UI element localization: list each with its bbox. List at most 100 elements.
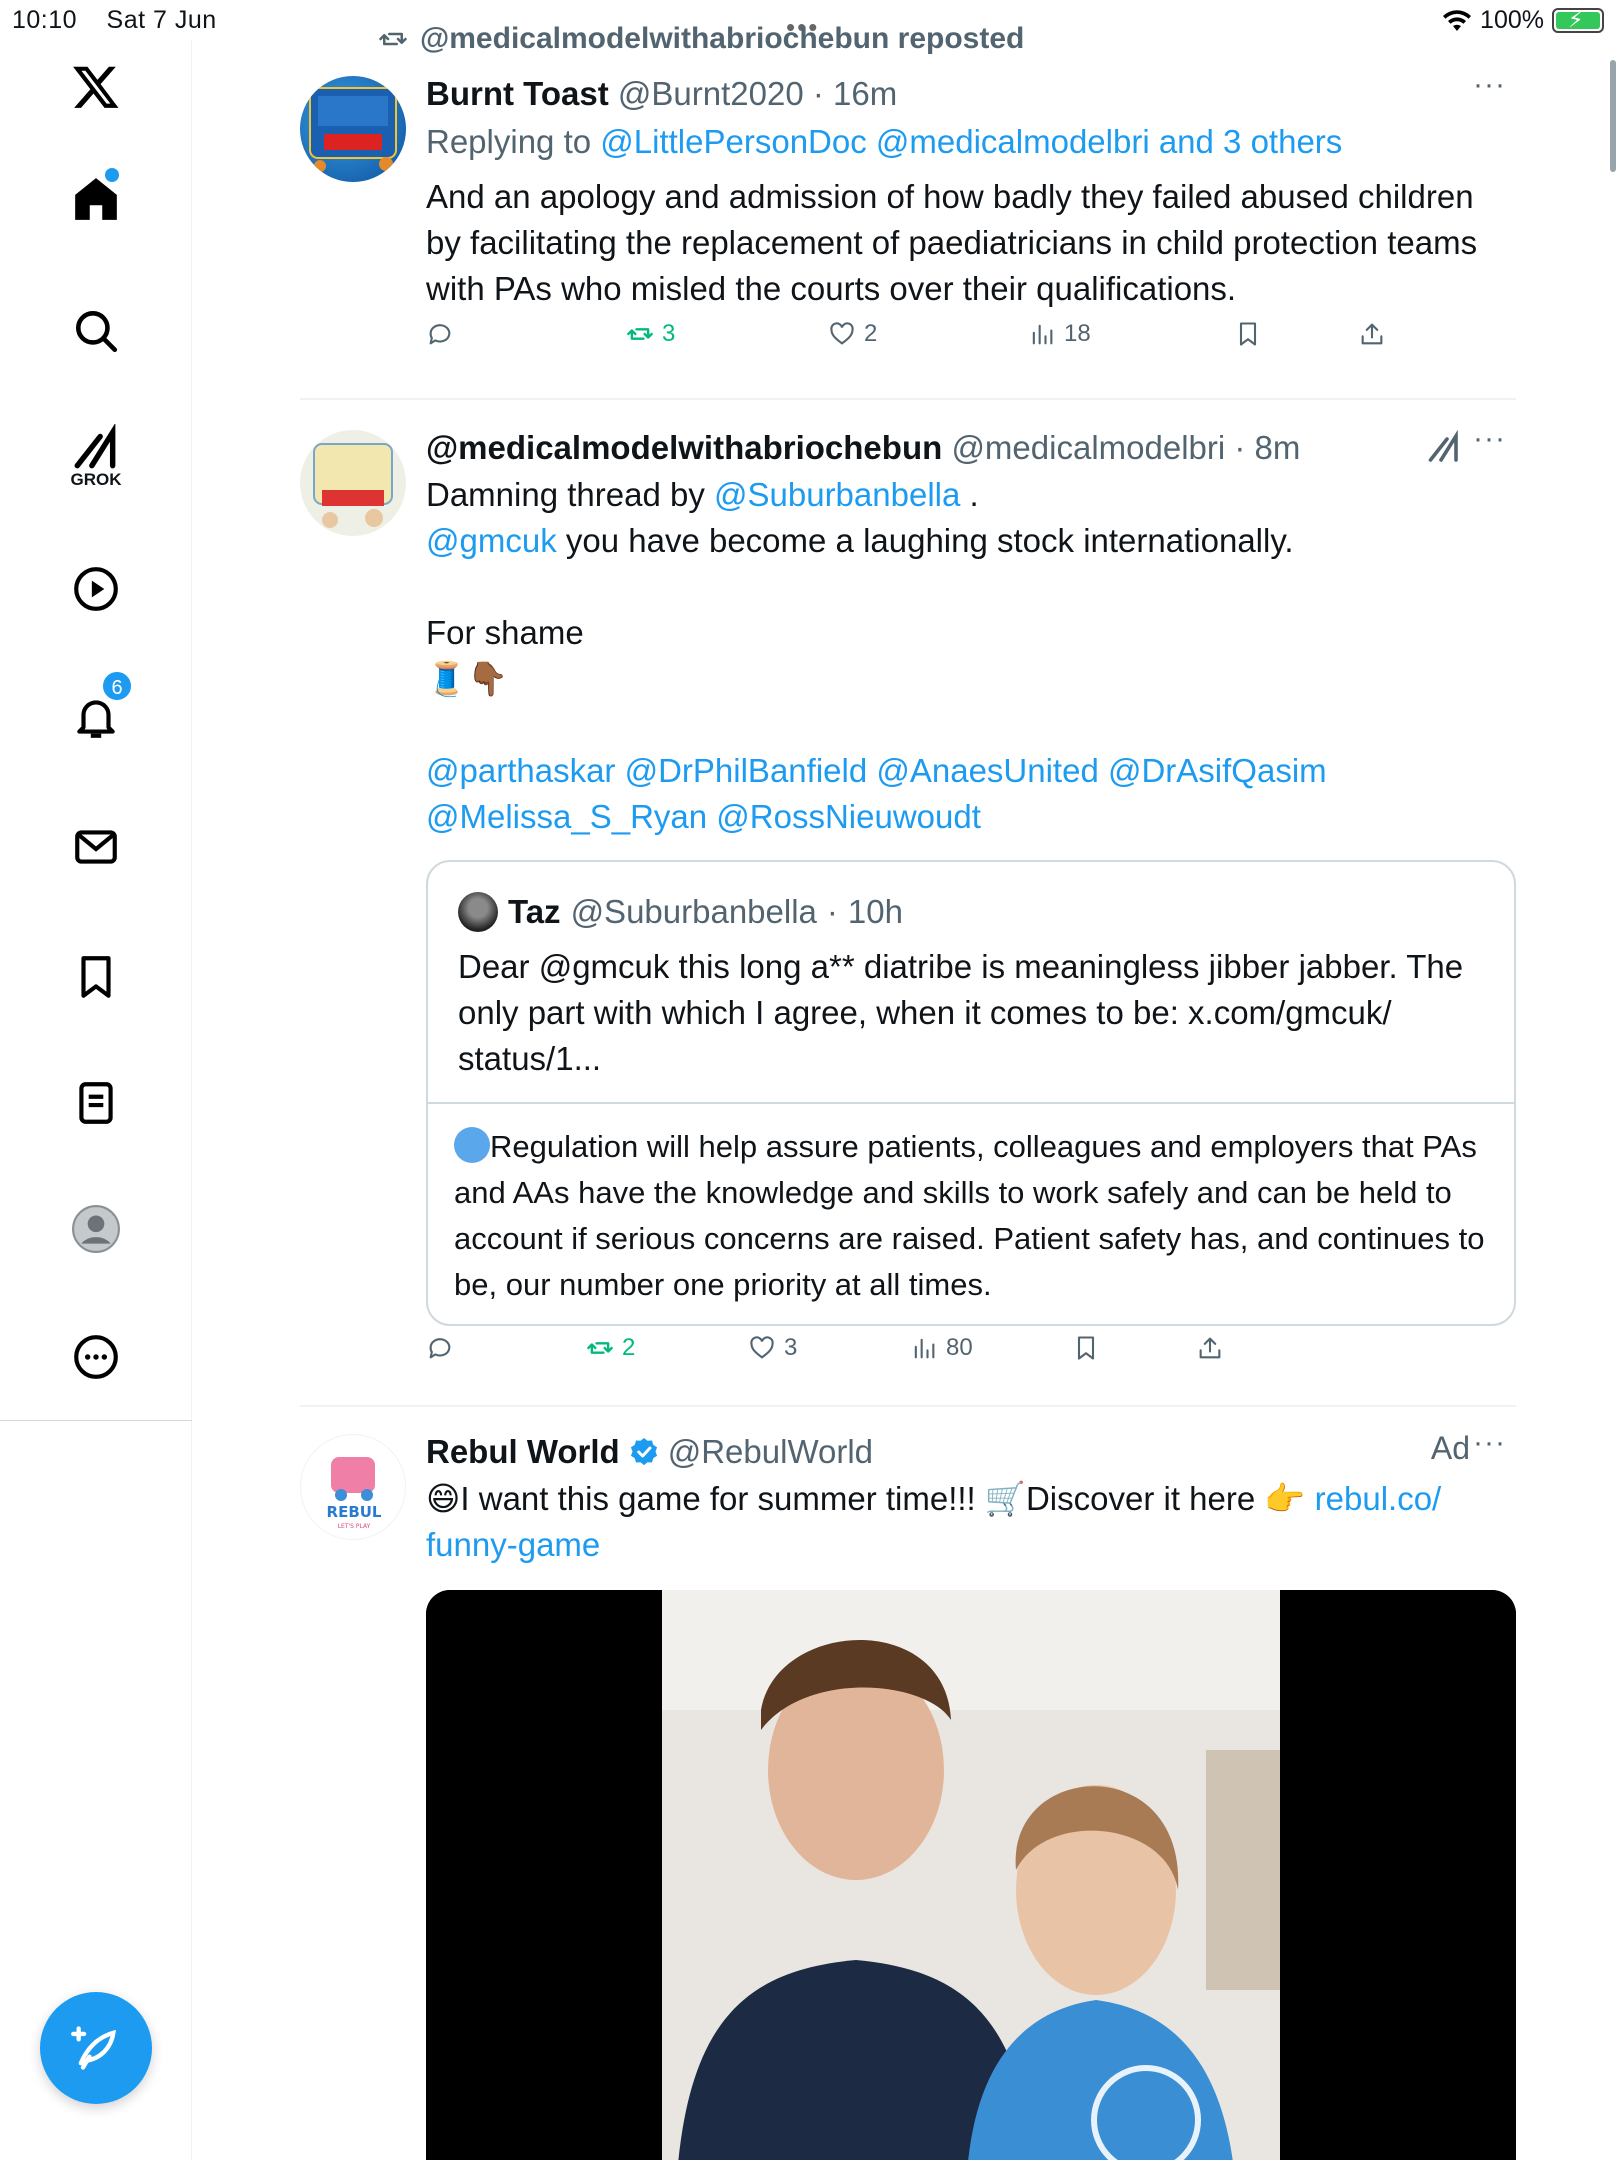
author-name[interactable]: Burnt Toast xyxy=(426,75,609,112)
share-button[interactable] xyxy=(1358,320,1386,348)
repost-header-text: @medicalmodelwithabriochebun reposted xyxy=(420,22,1025,55)
mention-link[interactable]: @Suburbanbella xyxy=(714,476,960,513)
grok-explain-icon[interactable] xyxy=(1426,430,1462,466)
avatar-rebul-text: REBUL xyxy=(327,1503,382,1521)
author-name[interactable]: @medicalmodelwithabriochebun xyxy=(426,429,942,466)
quote-author-handle[interactable]: @Suburbanbella xyxy=(571,890,817,934)
avatar[interactable]: REBUL LET'S PLAY xyxy=(300,1434,406,1540)
post-separator xyxy=(300,398,1516,400)
ad-link-part-2[interactable]: funny-game xyxy=(426,1526,600,1563)
bookmark-button[interactable] xyxy=(1234,320,1262,348)
views-chart-icon xyxy=(914,1338,935,1359)
views-button[interactable]: 80 xyxy=(910,1334,973,1362)
sidebar-item-bookmarks[interactable] xyxy=(0,952,192,1002)
ad-text-body: 😄I want this game for summer time!!! 🛒Di… xyxy=(426,1480,1306,1517)
post-burnt-toast[interactable]: Burnt Toast @Burnt2020 · 16m ··· Replyin… xyxy=(300,68,1516,392)
ad-label: Ad xyxy=(1430,1430,1470,1466)
post-more-button[interactable]: ··· xyxy=(1473,1426,1506,1460)
views-chart-icon xyxy=(1032,324,1053,345)
quote-avatar[interactable] xyxy=(458,892,498,932)
post-medicalmodel[interactable]: @medicalmodelwithabriochebun @medicalmod… xyxy=(300,422,1516,1386)
replying-to-links[interactable]: @LittlePersonDoc @medicalmodelbri and 3 … xyxy=(600,123,1342,160)
views-button[interactable]: 18 xyxy=(1028,320,1091,348)
mentions-line-1[interactable]: @parthaskar @DrPhilBanfield @AnaesUnited… xyxy=(426,748,1516,794)
dot-separator: · xyxy=(803,75,834,112)
retweet-button[interactable]: 3 xyxy=(626,320,675,348)
scroll-indicator[interactable] xyxy=(1610,60,1616,172)
mentions-line-2[interactable]: @Melissa_S_Ryan @RossNieuwoudt xyxy=(426,794,1516,840)
retweet-count: 3 xyxy=(662,320,676,347)
quote-card-text: Regulation will help assure patients, co… xyxy=(454,1129,1485,1302)
retweet-count: 2 xyxy=(622,1334,636,1361)
quote-embedded-card[interactable]: Regulation will help assure patients, co… xyxy=(428,1102,1514,1324)
ad-video[interactable] xyxy=(426,1590,1516,2160)
avatar[interactable] xyxy=(300,430,406,536)
sidebar-item-notifications[interactable]: 6 xyxy=(0,670,192,742)
post-text-line-3: For shame xyxy=(426,614,584,651)
more-circle-icon xyxy=(74,1335,118,1379)
compose-post-button[interactable] xyxy=(40,1992,152,2104)
text-prefix: Damning thread by xyxy=(426,476,705,513)
notification-count-badge: 6 xyxy=(101,670,133,702)
sidebar-item-grok[interactable]: GROK xyxy=(0,424,192,490)
quote-author-name[interactable]: Taz xyxy=(508,890,561,934)
verified-badge-icon xyxy=(630,1438,657,1466)
search-icon xyxy=(76,311,118,353)
mention-link[interactable]: @gmcuk xyxy=(426,522,557,559)
author-handle[interactable]: @Burnt2020 xyxy=(618,75,804,112)
status-time-date: 10:10 Sat 7 Jun xyxy=(12,6,239,35)
quoted-post[interactable]: Taz @Suburbanbella · 10h Dear @gmcuk this … xyxy=(426,860,1516,1326)
reply-icon xyxy=(429,1338,451,1359)
dot-separator: · xyxy=(1225,429,1255,466)
post-rebul-world-ad[interactable]: REBUL LET'S PLAY Rebul World @RebulWorld… xyxy=(300,1426,1516,2160)
sidebar-item-home[interactable] xyxy=(0,168,192,224)
post-time[interactable]: 16m xyxy=(833,75,897,112)
sidebar-item-more[interactable] xyxy=(0,1332,192,1382)
repost-header[interactable]: @medicalmodelwithabriochebun reposted xyxy=(378,22,1024,56)
bookmark-button[interactable] xyxy=(1072,1334,1100,1362)
like-button[interactable]: 2 xyxy=(828,320,877,348)
dot-separator: · xyxy=(826,893,838,930)
sidebar-item-search[interactable] xyxy=(0,306,192,356)
quote-header: Taz @Suburbanbella · 10h xyxy=(458,890,1484,934)
bookmark-icon xyxy=(81,956,111,998)
grok-label: GROK xyxy=(70,470,122,489)
author-handle[interactable]: @medicalmodelbri xyxy=(951,429,1225,466)
retweet-button[interactable]: 2 xyxy=(586,1334,635,1362)
status-date: Sat 7 Jun xyxy=(106,6,217,34)
bookmark-icon xyxy=(1077,1336,1095,1360)
ad-text: 😄I want this game for summer time!!! 🛒Di… xyxy=(426,1476,1516,1568)
avatar[interactable] xyxy=(300,76,406,182)
post-text: And an apology and admission of how badl… xyxy=(426,178,1478,307)
like-button[interactable]: 3 xyxy=(748,1334,797,1362)
post-header: Burnt Toast @Burnt2020 · 16m xyxy=(426,72,1516,116)
replying-to-line: Replying to @LittlePersonDoc @medicalmod… xyxy=(426,120,1516,164)
author-name[interactable]: Rebul World xyxy=(426,1430,620,1474)
post-more-button[interactable]: ··· xyxy=(1473,68,1506,102)
reply-icon xyxy=(429,324,451,345)
author-handle[interactable]: @RebulWorld xyxy=(668,1430,873,1474)
ad-link-part-1[interactable]: rebul.co/ xyxy=(1315,1480,1442,1517)
sidebar-item-messages[interactable] xyxy=(0,822,192,872)
post-more-button[interactable]: ··· xyxy=(1473,422,1506,456)
x-logo-button[interactable] xyxy=(0,62,192,112)
share-icon xyxy=(1199,1337,1221,1359)
sidebar-item-lists[interactable] xyxy=(0,1078,192,1128)
share-button[interactable] xyxy=(1196,1334,1224,1362)
replying-to-prefix: Replying to xyxy=(426,123,592,160)
sidebar-item-video[interactable] xyxy=(0,564,192,614)
repost-icon xyxy=(379,32,407,46)
views-count: 80 xyxy=(946,1334,973,1361)
heart-icon xyxy=(830,322,854,345)
retweet-icon xyxy=(627,328,653,340)
reply-button[interactable] xyxy=(426,1334,454,1362)
reply-button[interactable] xyxy=(426,320,454,348)
text-body: you have become a laughing stock interna… xyxy=(565,522,1294,559)
compose-feather-icon xyxy=(71,2026,116,2070)
views-count: 18 xyxy=(1064,320,1091,347)
post-time[interactable]: 8m xyxy=(1255,429,1301,466)
avatar-gmc-cartoon-image xyxy=(313,443,393,528)
status-time: 10:10 xyxy=(12,6,78,34)
sidebar-item-profile[interactable] xyxy=(0,1204,192,1254)
envelope-icon xyxy=(75,830,117,864)
